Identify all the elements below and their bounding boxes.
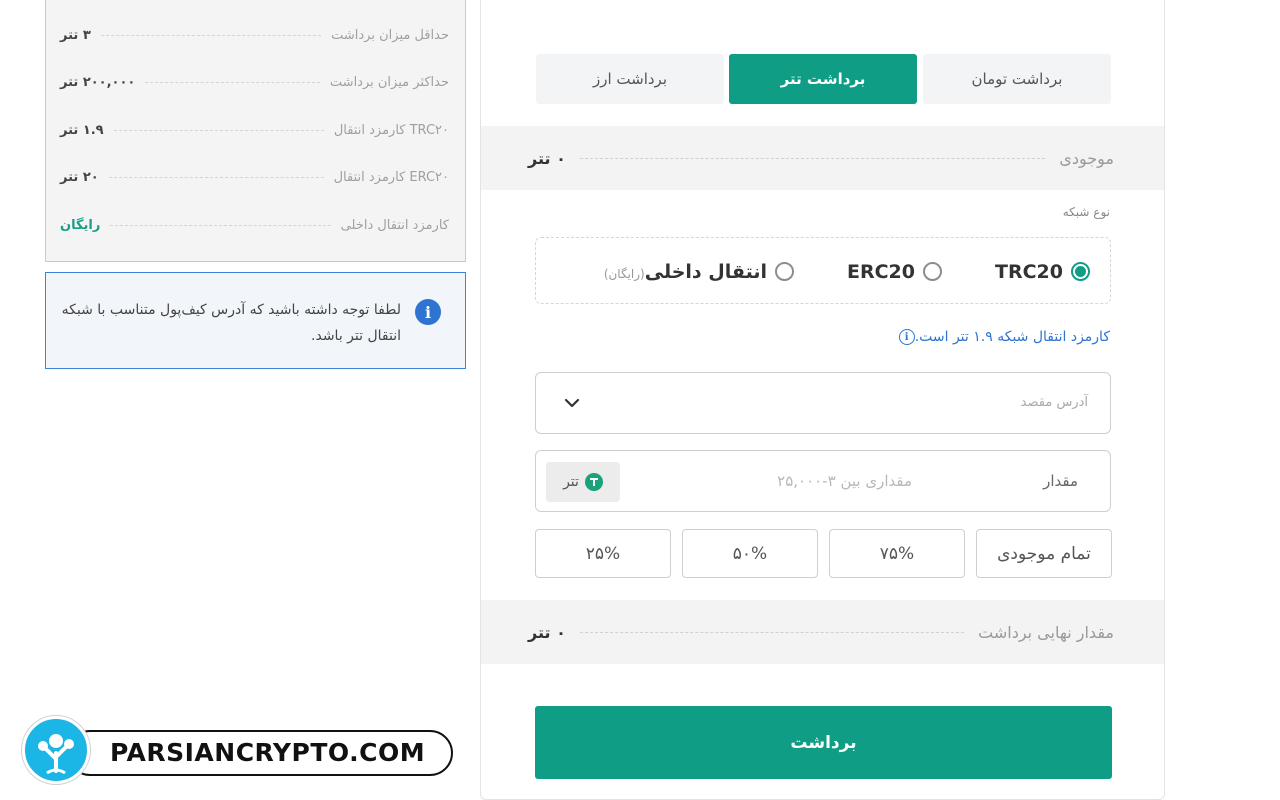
limit-row-internal-fee: کارمزد انتقال داخلی رایگان <box>60 214 449 236</box>
address-placeholder: آدرس مقصد <box>1020 395 1088 410</box>
dashed-divider <box>113 129 324 131</box>
amount-label: مقدار <box>1043 472 1078 490</box>
limit-row-min: حداقل میزان برداشت ۳ تتر <box>60 24 449 46</box>
limit-value: ۲۰۰,۰۰۰ تتر <box>60 74 136 90</box>
limit-value: ۱.۹ تتر <box>60 122 104 138</box>
network-selector: TRC20 ERC20 انتقال داخلی(رایگان) <box>535 237 1111 304</box>
dashed-divider <box>145 81 320 83</box>
limit-label: کارمزد انتقال ERC۲۰ <box>333 169 449 185</box>
percent-25-button[interactable]: ۲۵% <box>535 529 671 578</box>
tab-withdraw-tether[interactable]: برداشت تتر <box>729 54 917 104</box>
dashed-divider <box>579 157 1046 159</box>
limit-label: حداکثر میزان برداشت <box>329 74 449 90</box>
limit-label: کارمزد انتقال TRC۲۰ <box>333 122 449 138</box>
all-balance-button[interactable]: تمام موجودی <box>976 529 1112 578</box>
amount-placeholder: مقداری بین ۳-۲۵,۰۰۰ <box>777 472 912 490</box>
network-option-label: انتقال داخلی(رایگان) <box>604 261 767 283</box>
info-icon: i <box>898 329 915 345</box>
balance-label: موجودی <box>1059 148 1114 168</box>
network-option-label: ERC20 <box>847 260 915 283</box>
limit-row-erc20-fee: کارمزد انتقال ERC۲۰ ۲۰ تتر <box>60 166 449 188</box>
final-amount-label: مقدار نهایی برداشت <box>978 622 1114 642</box>
limit-value-free: رایگان <box>60 217 101 233</box>
info-icon: i <box>415 299 441 325</box>
notice-text: لطفا توجه داشته باشید که آدرس کیف‌پول مت… <box>61 302 401 344</box>
dashed-divider <box>100 34 322 36</box>
amount-input[interactable]: مقدار مقداری بین ۳-۲۵,۰۰۰ تتر <box>535 450 1111 512</box>
limit-label: کارمزد انتقال داخلی <box>340 217 449 233</box>
withdraw-tabs: برداشت ارز برداشت تتر برداشت تومان <box>536 54 1111 104</box>
watermark-logo: PARSIANCRYPTO.COM <box>22 716 453 784</box>
limit-label: حداقل میزان برداشت <box>331 27 449 43</box>
balance-row: موجودی ۰ تتر <box>481 126 1164 190</box>
withdrawal-limits-panel: حداقل میزان برداشت ۳ تتر حداکثر میزان بر… <box>45 0 466 262</box>
tree-logo-icon <box>22 716 90 784</box>
percent-buttons: ۲۵% ۵۰% ۷۵% تمام موجودی <box>535 529 1112 578</box>
radio-unchecked[interactable] <box>775 262 794 281</box>
tab-withdraw-toman[interactable]: برداشت تومان <box>923 54 1111 104</box>
chevron-down-icon[interactable] <box>564 397 580 409</box>
tether-icon <box>584 473 603 491</box>
currency-chip: تتر <box>546 462 620 502</box>
limit-value: ۳ تتر <box>60 27 91 43</box>
dashed-divider <box>110 224 331 226</box>
withdraw-submit-button[interactable]: برداشت <box>535 706 1112 779</box>
destination-address-select[interactable]: آدرس مقصد <box>535 372 1111 434</box>
final-amount-row: مقدار نهایی برداشت ۰ تتر <box>481 600 1164 664</box>
percent-50-button[interactable]: ۵۰% <box>682 529 818 578</box>
wallet-address-notice: i لطفا توجه داشته باشید که آدرس کیف‌پول … <box>45 272 466 369</box>
watermark-text: PARSIANCRYPTO.COM <box>110 738 426 767</box>
percent-75-button[interactable]: ۷۵% <box>829 529 965 578</box>
network-fee-note: i کارمزد انتقال شبکه ۱.۹ تتر است. <box>893 329 1110 345</box>
currency-label: تتر <box>563 474 579 490</box>
radio-checked[interactable] <box>1071 262 1090 281</box>
withdraw-card: برداشت ارز برداشت تتر برداشت تومان موجود… <box>480 0 1165 800</box>
network-option-trc20[interactable]: TRC20 <box>995 238 1090 305</box>
network-option-label-text: انتقال داخلی <box>644 260 767 283</box>
limit-row-trc20-fee: کارمزد انتقال TRC۲۰ ۱.۹ تتر <box>60 119 449 141</box>
network-option-sub: (رایگان) <box>603 266 645 281</box>
final-amount-value: ۰ تتر <box>528 622 566 642</box>
network-type-label: نوع شبکه <box>1062 205 1110 219</box>
limit-row-max: حداکثر میزان برداشت ۲۰۰,۰۰۰ تتر <box>60 71 449 93</box>
network-option-label: TRC20 <box>995 260 1063 283</box>
balance-value: ۰ تتر <box>528 148 566 168</box>
dashed-divider <box>579 631 965 633</box>
network-option-internal[interactable]: انتقال داخلی(رایگان) <box>604 238 794 305</box>
dashed-divider <box>108 176 324 178</box>
radio-unchecked[interactable] <box>923 262 942 281</box>
fee-note-text: کارمزد انتقال شبکه ۱.۹ تتر است. <box>914 329 1110 345</box>
network-option-erc20[interactable]: ERC20 <box>847 238 942 305</box>
tab-withdraw-currency[interactable]: برداشت ارز <box>536 54 724 104</box>
limit-value: ۲۰ تتر <box>60 169 99 185</box>
